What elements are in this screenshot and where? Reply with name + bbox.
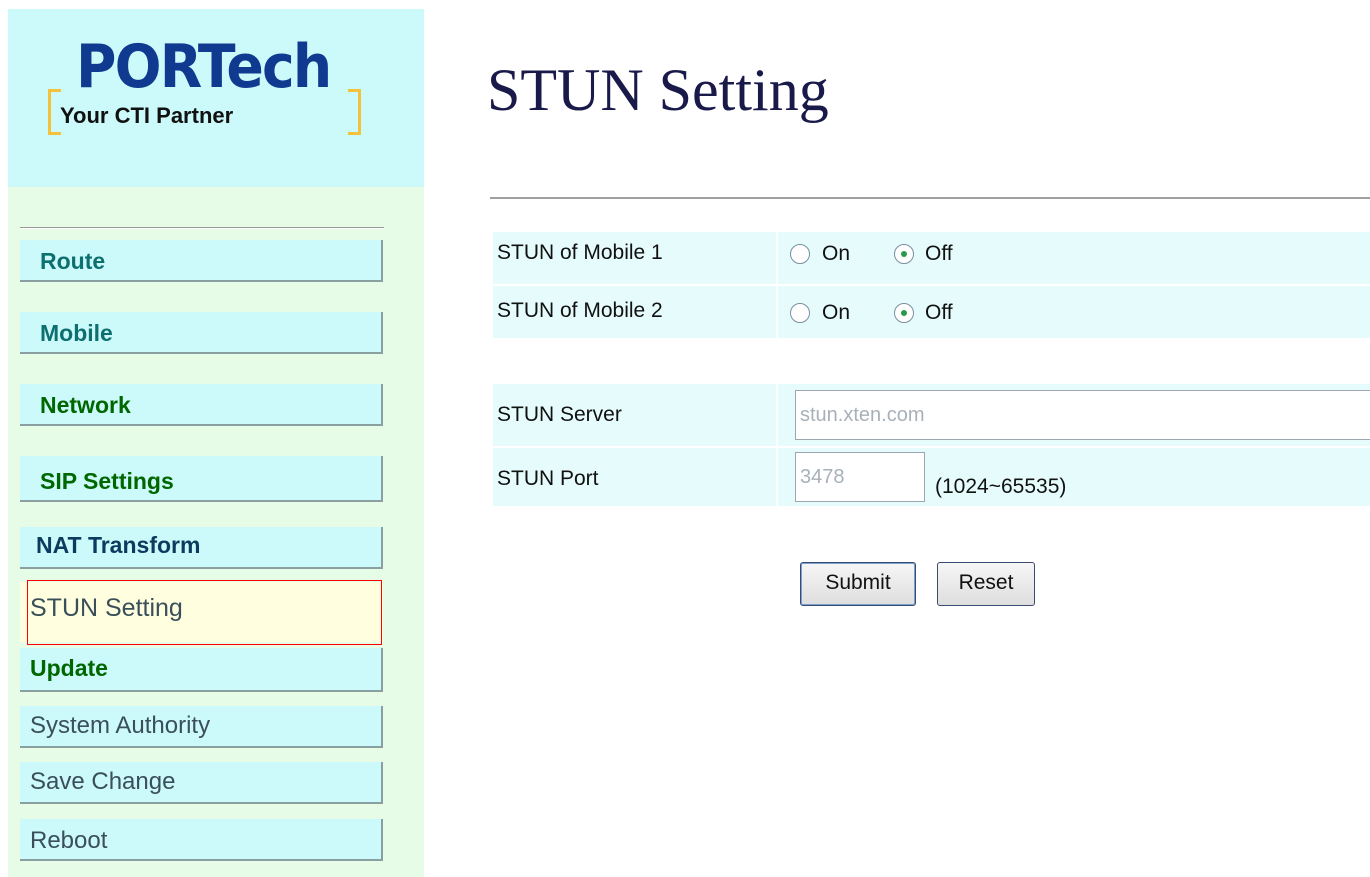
- mobile2-label: STUN of Mobile 2: [497, 299, 663, 322]
- server-input-cell: [778, 384, 1370, 446]
- sidebar-item-label: System Authority: [30, 712, 211, 739]
- mobile2-off-label: Off: [925, 301, 953, 324]
- mobile2-row: STUN of Mobile 2 On Off: [493, 286, 1370, 338]
- mobile1-label-cell: STUN of Mobile 1: [493, 232, 776, 284]
- logo-bracket-right: [348, 89, 361, 135]
- sidebar-item-route[interactable]: Route: [20, 240, 383, 282]
- logo-tagline: Your CTI Partner: [60, 103, 234, 128]
- sidebar-divider: [20, 227, 384, 229]
- sidebar-item-label: Update: [30, 655, 108, 681]
- mobile2-label-cell: STUN of Mobile 2: [493, 286, 776, 338]
- mobile2-off-radio[interactable]: [894, 303, 914, 323]
- mobile2-options-cell: On Off: [778, 286, 1370, 338]
- stun-port-input[interactable]: [795, 452, 925, 502]
- mobile1-off-radio[interactable]: [894, 244, 914, 264]
- mobile1-on-label: On: [822, 242, 851, 265]
- server-label-cell: STUN Server: [493, 384, 776, 446]
- mobile1-options-cell: On Off: [778, 232, 1370, 284]
- sidebar-item-network[interactable]: Network: [20, 384, 383, 426]
- mobile2-on-label: On: [822, 301, 851, 324]
- sidebar-item-label: NAT Transform: [36, 532, 201, 558]
- radio-selected-dot: [901, 310, 907, 316]
- title-divider: [490, 197, 1370, 199]
- sidebar-item-label: SIP Settings: [40, 468, 174, 494]
- server-label: STUN Server: [497, 403, 622, 426]
- sidebar-item-label: Save Change: [30, 768, 176, 795]
- port-label-cell: STUN Port: [493, 448, 776, 506]
- sidebar-item-label: Reboot: [30, 827, 108, 854]
- submit-button[interactable]: Submit: [800, 562, 916, 606]
- sidebar-item-system-authority[interactable]: System Authority: [20, 706, 383, 748]
- server-row: STUN Server: [493, 384, 1370, 446]
- sidebar-item-sip-settings[interactable]: SIP Settings: [20, 456, 383, 502]
- sidebar-item-update[interactable]: Update: [20, 648, 383, 692]
- sidebar-item-save-change[interactable]: Save Change: [20, 762, 383, 804]
- mobile2-on-radio[interactable]: [790, 303, 810, 323]
- portech-logo: PORTech Your CTI Partner: [48, 31, 361, 141]
- sidebar-item-mobile[interactable]: Mobile: [20, 312, 383, 354]
- stun-server-input[interactable]: [795, 390, 1370, 440]
- page-title: STUN Setting: [487, 57, 829, 123]
- port-range-hint: (1024~65535): [935, 475, 1067, 498]
- logo-brand: PORTech: [76, 32, 332, 102]
- sidebar-item-label: Mobile: [40, 320, 113, 346]
- sidebar-item-label: Route: [40, 248, 106, 274]
- logo-area: PORTech Your CTI Partner: [8, 9, 424, 187]
- sidebar-item-reboot[interactable]: Reboot: [20, 819, 383, 861]
- sidebar-item-stun-setting[interactable]: STUN Setting: [20, 582, 383, 642]
- sidebar-item-nat-transform[interactable]: NAT Transform: [20, 527, 383, 569]
- sidebar-item-label: STUN Setting: [30, 594, 183, 622]
- mobile1-on-radio[interactable]: [790, 244, 810, 264]
- sidebar: PORTech Your CTI Partner Route Mobile Ne…: [8, 9, 424, 877]
- reset-button[interactable]: Reset: [937, 562, 1035, 606]
- port-label: STUN Port: [497, 467, 599, 490]
- port-row: STUN Port (1024~65535): [493, 448, 1370, 506]
- mobile1-label: STUN of Mobile 1: [497, 241, 663, 264]
- port-input-cell: (1024~65535): [778, 448, 1370, 506]
- sidebar-item-label: Network: [40, 392, 131, 418]
- radio-selected-dot: [901, 251, 907, 257]
- mobile1-row: STUN of Mobile 1 On Off: [493, 232, 1370, 284]
- mobile1-off-label: Off: [925, 242, 953, 265]
